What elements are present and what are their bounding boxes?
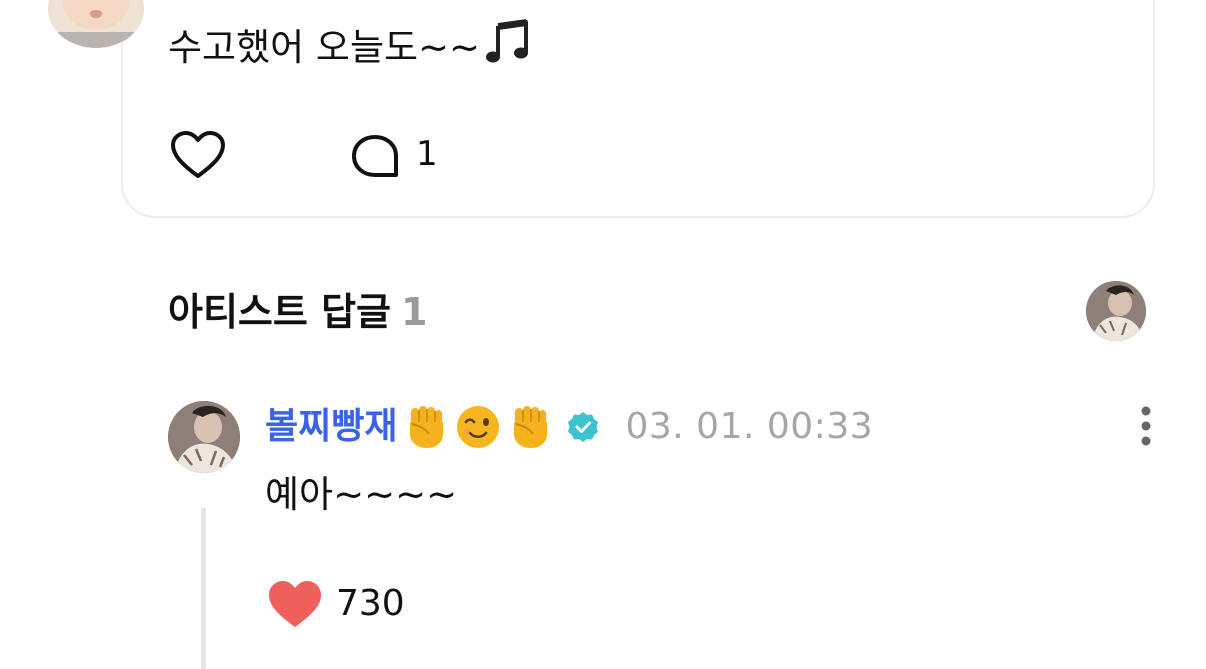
winking-face-icon (455, 404, 501, 450)
more-vertical-icon (1141, 406, 1151, 446)
post-text: 수고했어 오늘도~~ (168, 18, 532, 82)
artist-replies-title: 아티스트 답글 (168, 290, 391, 334)
verified-badge-icon (567, 411, 599, 443)
reply-like-count: 730 (336, 583, 405, 624)
heart-filled-icon (269, 581, 321, 627)
reply-like-button[interactable] (268, 580, 322, 630)
reply-author-avatar[interactable] (168, 401, 240, 473)
post-comment-button[interactable] (350, 133, 400, 179)
reply-timestamp: 03. 01. 00:33 (625, 406, 874, 447)
reply-header: 볼찌빵재 03. 01. 00:33 (265, 399, 873, 455)
more-options-button[interactable] (1130, 404, 1162, 448)
heart-outline-icon (171, 131, 225, 178)
raised-fist-icon (403, 404, 449, 450)
reply-author-name[interactable]: 볼찌빵재 (265, 399, 397, 455)
artist-replies-heading: 아티스트 답글 1 (168, 286, 427, 338)
reply-text: 예아~~~~ (265, 473, 458, 516)
artist-replies-count: 1 (401, 290, 428, 334)
post-comment-count: 1 (416, 134, 438, 174)
post-like-button[interactable] (170, 130, 226, 182)
raised-fist-icon (507, 404, 553, 450)
artist-avatar-small[interactable] (1086, 281, 1146, 341)
music-note-icon (484, 18, 532, 82)
post-text-content: 수고했어 오늘도~~ (168, 26, 481, 69)
thread-line (201, 508, 206, 669)
speech-bubble-icon (352, 135, 398, 177)
